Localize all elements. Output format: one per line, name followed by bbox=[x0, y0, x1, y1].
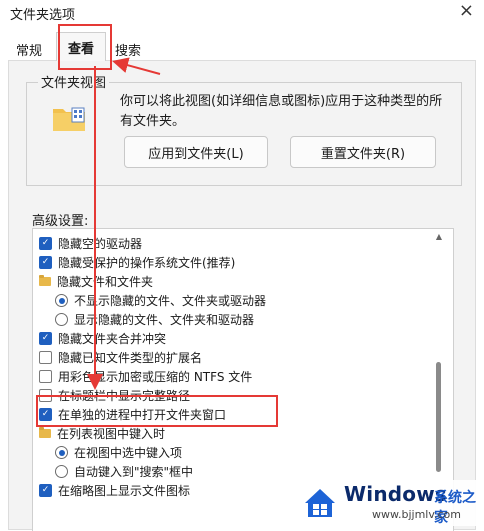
setting-label: 在视图中选中键入项 bbox=[74, 446, 183, 460]
setting-label: 自动键入到"搜索"框中 bbox=[74, 465, 194, 479]
checkbox-icon[interactable] bbox=[39, 370, 52, 383]
highlight-box-row bbox=[36, 395, 278, 427]
setting-label: 用彩色显示加密或压缩的 NTFS 文件 bbox=[58, 370, 253, 384]
checkbox-icon[interactable] bbox=[39, 351, 52, 364]
checkbox-checked-icon[interactable]: ✓ bbox=[39, 484, 52, 497]
setting-label: 在缩略图上显示文件图标 bbox=[58, 484, 191, 498]
setting-row[interactable]: 不显示隐藏的文件、文件夹或驱动器 bbox=[55, 291, 266, 310]
window-title: 文件夹选项 bbox=[10, 8, 76, 23]
checkbox-checked-icon[interactable]: ✓ bbox=[39, 256, 52, 269]
watermark-url: www.bjjmlv.com bbox=[372, 508, 461, 521]
setting-label: 隐藏文件夹合并冲突 bbox=[58, 332, 167, 346]
highlight-box-tab bbox=[58, 24, 112, 70]
setting-row[interactable]: ✓ 隐藏空的驱动器 bbox=[39, 234, 142, 253]
tab-general[interactable]: 常规 bbox=[12, 38, 46, 60]
watermark-subtitle: 系统之家 bbox=[434, 490, 476, 526]
tab-search[interactable]: 搜索 bbox=[108, 38, 148, 60]
setting-label: 隐藏文件和文件夹 bbox=[57, 275, 154, 289]
radio-icon[interactable] bbox=[55, 313, 68, 326]
setting-label: 隐藏已知文件类型的扩展名 bbox=[58, 351, 203, 365]
setting-label: 不显示隐藏的文件、文件夹或驱动器 bbox=[74, 294, 267, 308]
setting-row[interactable]: 用彩色显示加密或压缩的 NTFS 文件 bbox=[39, 367, 252, 386]
setting-label: 显示隐藏的文件、文件夹和驱动器 bbox=[74, 313, 255, 327]
setting-row[interactable]: 隐藏已知文件类型的扩展名 bbox=[39, 348, 202, 367]
setting-row[interactable]: 隐藏文件和文件夹 bbox=[39, 272, 153, 291]
folder-view-icon bbox=[53, 107, 85, 131]
radio-selected-icon[interactable] bbox=[55, 446, 68, 459]
folder-views-label: 文件夹视图 bbox=[38, 72, 110, 91]
setting-label: 隐藏受保护的操作系统文件(推荐) bbox=[58, 256, 236, 270]
watermark: Windows 系统之家 www.bjjmlv.com bbox=[294, 480, 482, 526]
setting-row[interactable]: ✓ 隐藏文件夹合并冲突 bbox=[39, 329, 166, 348]
radio-selected-icon[interactable] bbox=[55, 294, 68, 307]
checkbox-checked-icon[interactable]: ✓ bbox=[39, 237, 52, 250]
setting-label: 隐藏空的驱动器 bbox=[58, 237, 143, 251]
setting-row[interactable]: ✓ 隐藏受保护的操作系统文件(推荐) bbox=[39, 253, 235, 272]
setting-row[interactable]: 显示隐藏的文件、文件夹和驱动器 bbox=[55, 310, 254, 329]
folder-views-description: 你可以将此视图(如详细信息或图标)应用于这种类型的所有文件夹。 bbox=[120, 94, 443, 129]
windows-logo-icon bbox=[305, 489, 335, 517]
apply-to-folders-button[interactable]: 应用到文件夹(L) bbox=[124, 136, 268, 168]
scroll-up-icon[interactable]: ▲ bbox=[432, 232, 446, 242]
setting-row[interactable]: 在视图中选中键入项 bbox=[55, 443, 182, 462]
advanced-settings-label: 高级设置: bbox=[32, 214, 89, 229]
folder-icon bbox=[39, 275, 51, 286]
reset-folders-button[interactable]: 重置文件夹(R) bbox=[290, 136, 436, 168]
setting-label: 在列表视图中键入时 bbox=[57, 427, 166, 441]
watermark-brand: Windows bbox=[344, 482, 447, 506]
setting-row[interactable]: ✓ 在缩略图上显示文件图标 bbox=[39, 481, 190, 500]
close-icon[interactable]: × bbox=[459, 0, 474, 21]
folder-icon bbox=[39, 427, 51, 438]
scrollbar-thumb[interactable] bbox=[436, 362, 441, 472]
checkbox-checked-icon[interactable]: ✓ bbox=[39, 332, 52, 345]
setting-row[interactable]: 自动键入到"搜索"框中 bbox=[55, 462, 193, 481]
radio-icon[interactable] bbox=[55, 465, 68, 478]
